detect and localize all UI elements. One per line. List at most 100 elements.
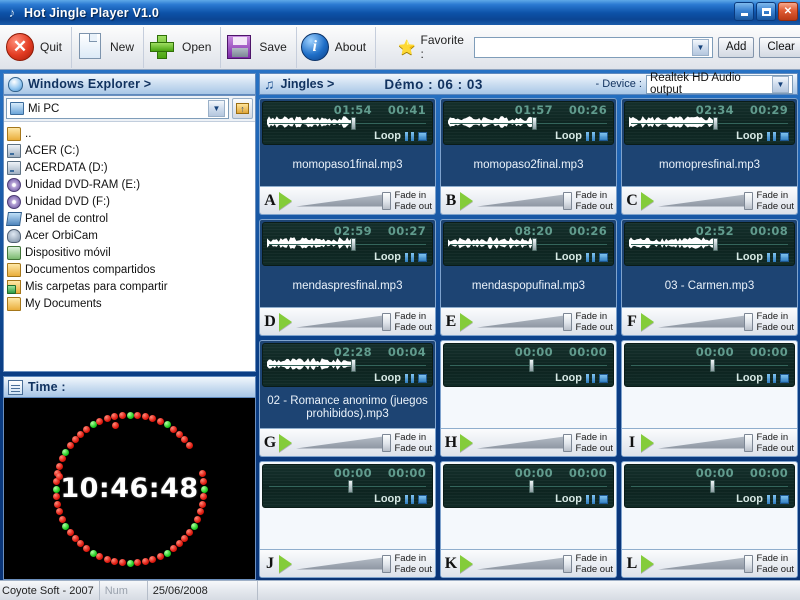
add-favorite-button[interactable]: Add: [717, 36, 755, 58]
position-slider-thumb[interactable]: [528, 359, 534, 372]
position-track[interactable]: [450, 244, 607, 245]
jingle-cell[interactable]: 08:20 00:26 Loop mendaspopufinal.mp3 E Fade i…: [440, 219, 617, 336]
pause-icon[interactable]: [767, 373, 776, 383]
jingle-cell[interactable]: 01:54 00:41 Loop momopaso1final.mp3 A Fade in…: [259, 98, 436, 215]
jingle-cell[interactable]: 02:52 00:08 Loop 03 - Carmen.mp3 F Fade in Fad…: [621, 219, 798, 336]
tree-item[interactable]: Mis carpetas para compartir: [7, 278, 255, 295]
play-icon[interactable]: [279, 554, 292, 573]
position-track[interactable]: [269, 365, 426, 366]
play-icon[interactable]: [279, 191, 292, 210]
stop-icon[interactable]: [418, 494, 427, 504]
stop-icon[interactable]: [599, 373, 608, 383]
tree-item[interactable]: ACERDATA (D:): [7, 159, 255, 176]
file-tree[interactable]: .. ACER (C:) ACERDATA (D:) Unidad DVD-RAM (…: [4, 122, 255, 371]
position-slider-thumb[interactable]: [709, 359, 715, 372]
play-icon[interactable]: [460, 554, 473, 573]
pause-icon[interactable]: [405, 494, 414, 504]
tree-item[interactable]: My Documents: [7, 295, 255, 312]
position-slider-thumb[interactable]: [712, 117, 718, 130]
loop-label[interactable]: Loop: [374, 130, 401, 142]
play-icon[interactable]: [460, 433, 473, 452]
maximize-button[interactable]: [756, 2, 776, 21]
loop-label[interactable]: Loop: [736, 372, 763, 384]
stop-icon[interactable]: [418, 252, 427, 262]
fade-slider[interactable]: [477, 554, 572, 574]
stop-icon[interactable]: [780, 494, 789, 504]
play-icon[interactable]: [641, 312, 654, 331]
position-track[interactable]: [631, 123, 788, 124]
save-button[interactable]: Save: [221, 26, 297, 68]
jingle-cell[interactable]: 00:00 00:00 Loop L Fade in Fade out: [621, 461, 798, 578]
fade-slider-thumb[interactable]: [743, 312, 753, 331]
play-icon[interactable]: [641, 191, 654, 210]
pause-icon[interactable]: [767, 252, 776, 262]
fade-slider-thumb[interactable]: [381, 191, 391, 210]
windows-explorer-header[interactable]: Windows Explorer >: [3, 73, 256, 95]
tree-item[interactable]: ..: [7, 125, 255, 142]
chevron-down-icon[interactable]: ▼: [691, 38, 709, 56]
tree-item[interactable]: Acer OrbiCam: [7, 227, 255, 244]
stop-icon[interactable]: [418, 373, 427, 383]
position-track[interactable]: [269, 244, 426, 245]
position-slider-thumb[interactable]: [528, 480, 534, 493]
pause-icon[interactable]: [405, 131, 414, 141]
jingle-cell[interactable]: 02:59 00:27 Loop mendaspresfinal.mp3 D Fade i…: [259, 219, 436, 336]
play-icon[interactable]: [279, 433, 292, 452]
play-icon[interactable]: [460, 312, 473, 331]
position-slider-thumb[interactable]: [350, 359, 356, 372]
fade-slider[interactable]: [658, 312, 753, 332]
position-slider-thumb[interactable]: [712, 238, 718, 251]
minimize-button[interactable]: [734, 2, 754, 21]
fade-slider-thumb[interactable]: [562, 433, 572, 452]
tree-item[interactable]: Documentos compartidos: [7, 261, 255, 278]
fade-slider-thumb[interactable]: [381, 312, 391, 331]
loop-label[interactable]: Loop: [555, 372, 582, 384]
fade-slider-thumb[interactable]: [562, 191, 572, 210]
chevron-down-icon[interactable]: ▼: [772, 75, 789, 93]
position-slider-thumb[interactable]: [709, 480, 715, 493]
fade-slider-thumb[interactable]: [743, 433, 753, 452]
pause-icon[interactable]: [767, 494, 776, 504]
play-icon[interactable]: [641, 554, 654, 573]
jingle-cell[interactable]: 01:57 00:26 Loop momopaso2final.mp3 B Fade in…: [440, 98, 617, 215]
fade-slider[interactable]: [296, 554, 391, 574]
fade-slider[interactable]: [296, 312, 391, 332]
loop-label[interactable]: Loop: [736, 493, 763, 505]
tree-item[interactable]: Dispositivo móvil: [7, 244, 255, 261]
fade-slider[interactable]: [658, 554, 753, 574]
pause-icon[interactable]: [586, 252, 595, 262]
fade-slider-thumb[interactable]: [381, 433, 391, 452]
stop-icon[interactable]: [418, 131, 427, 141]
fade-slider-thumb[interactable]: [743, 554, 753, 573]
play-icon[interactable]: [279, 312, 292, 331]
loop-label[interactable]: Loop: [736, 251, 763, 263]
loop-label[interactable]: Loop: [555, 493, 582, 505]
tree-item[interactable]: Panel de control: [6, 210, 255, 227]
fade-slider-thumb[interactable]: [743, 191, 753, 210]
loop-label[interactable]: Loop: [374, 251, 401, 263]
tree-item[interactable]: Unidad DVD (F:): [7, 193, 255, 210]
position-track[interactable]: [269, 123, 426, 124]
device-combobox[interactable]: Realtek HD Audio output ▼: [646, 72, 793, 96]
jingle-cell[interactable]: 00:00 00:00 Loop I Fade in Fade out: [621, 340, 798, 457]
pause-icon[interactable]: [767, 131, 776, 141]
stop-icon[interactable]: [780, 131, 789, 141]
pause-icon[interactable]: [586, 494, 595, 504]
position-track[interactable]: [631, 244, 788, 245]
fade-slider[interactable]: [477, 312, 572, 332]
drive-combobox[interactable]: Mi PC ▼: [6, 98, 229, 119]
stop-icon[interactable]: [599, 131, 608, 141]
fade-slider[interactable]: [477, 433, 572, 453]
fade-slider-thumb[interactable]: [562, 312, 572, 331]
about-button[interactable]: i About: [297, 26, 377, 68]
pause-icon[interactable]: [405, 373, 414, 383]
close-button[interactable]: ✕: [778, 2, 798, 21]
pause-icon[interactable]: [586, 373, 595, 383]
jingle-cell[interactable]: 00:00 00:00 Loop J Fade in Fade out: [259, 461, 436, 578]
loop-label[interactable]: Loop: [555, 130, 582, 142]
tree-item[interactable]: Unidad DVD-RAM (E:): [7, 176, 255, 193]
fade-slider[interactable]: [477, 191, 572, 211]
position-slider-thumb[interactable]: [347, 480, 353, 493]
clear-favorite-button[interactable]: Clear: [759, 36, 800, 58]
position-slider-thumb[interactable]: [350, 117, 356, 130]
